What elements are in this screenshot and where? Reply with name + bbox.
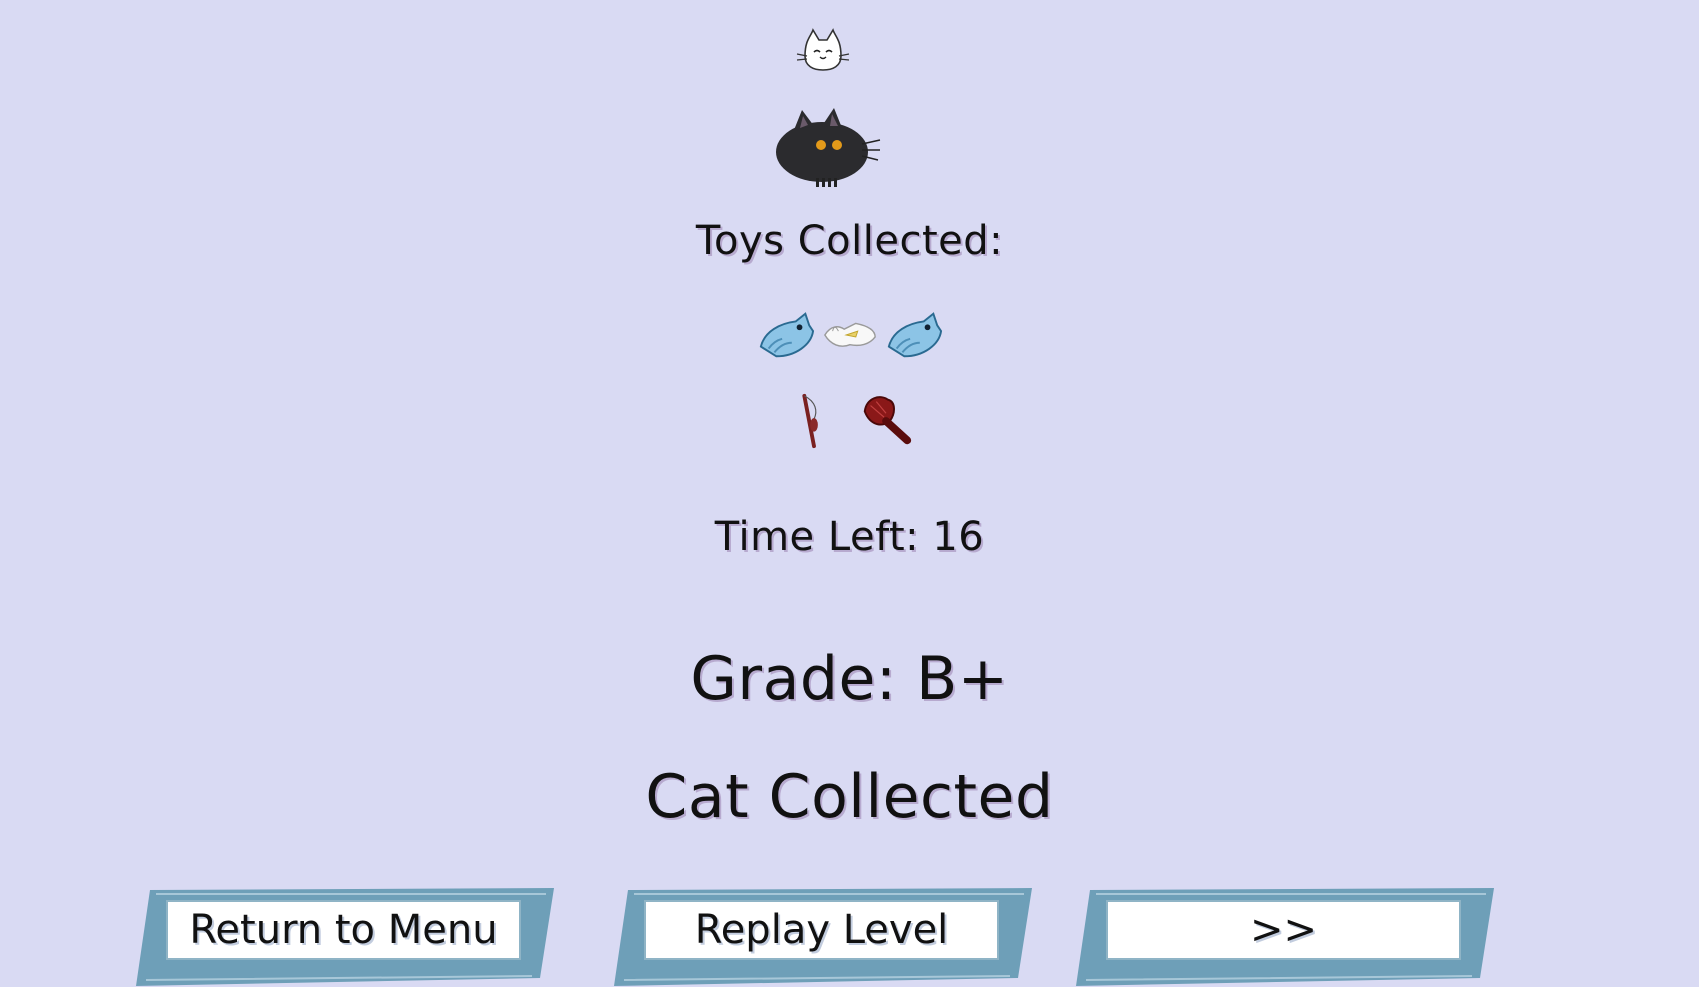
return-to-menu-label: Return to Menu <box>166 900 521 960</box>
replay-level-button[interactable]: Replay Level <box>614 888 1036 986</box>
replay-level-label: Replay Level <box>644 900 999 960</box>
fish-toy-icon <box>887 312 942 358</box>
fish-toy-icon <box>759 312 814 358</box>
feather-duster-toy-icon <box>863 396 911 445</box>
toys-collected-heading: Toys Collected: <box>695 218 1004 264</box>
next-level-label: >> <box>1106 900 1461 960</box>
white-cat-icon <box>795 26 851 72</box>
cat-collected-label: Cat Collected <box>645 762 1054 832</box>
wand-toy-icon <box>801 393 818 449</box>
next-level-button[interactable]: >> <box>1076 888 1498 986</box>
toys-row-2 <box>0 392 1699 450</box>
plastic-bag-toy-icon <box>823 322 876 347</box>
grade-label: Grade: B+ <box>690 644 1009 714</box>
time-left-label: Time Left: 16 <box>714 514 985 560</box>
black-cat-icon <box>772 108 882 190</box>
return-to-menu-button[interactable]: Return to Menu <box>136 888 558 986</box>
toys-row-1 <box>0 306 1699 364</box>
